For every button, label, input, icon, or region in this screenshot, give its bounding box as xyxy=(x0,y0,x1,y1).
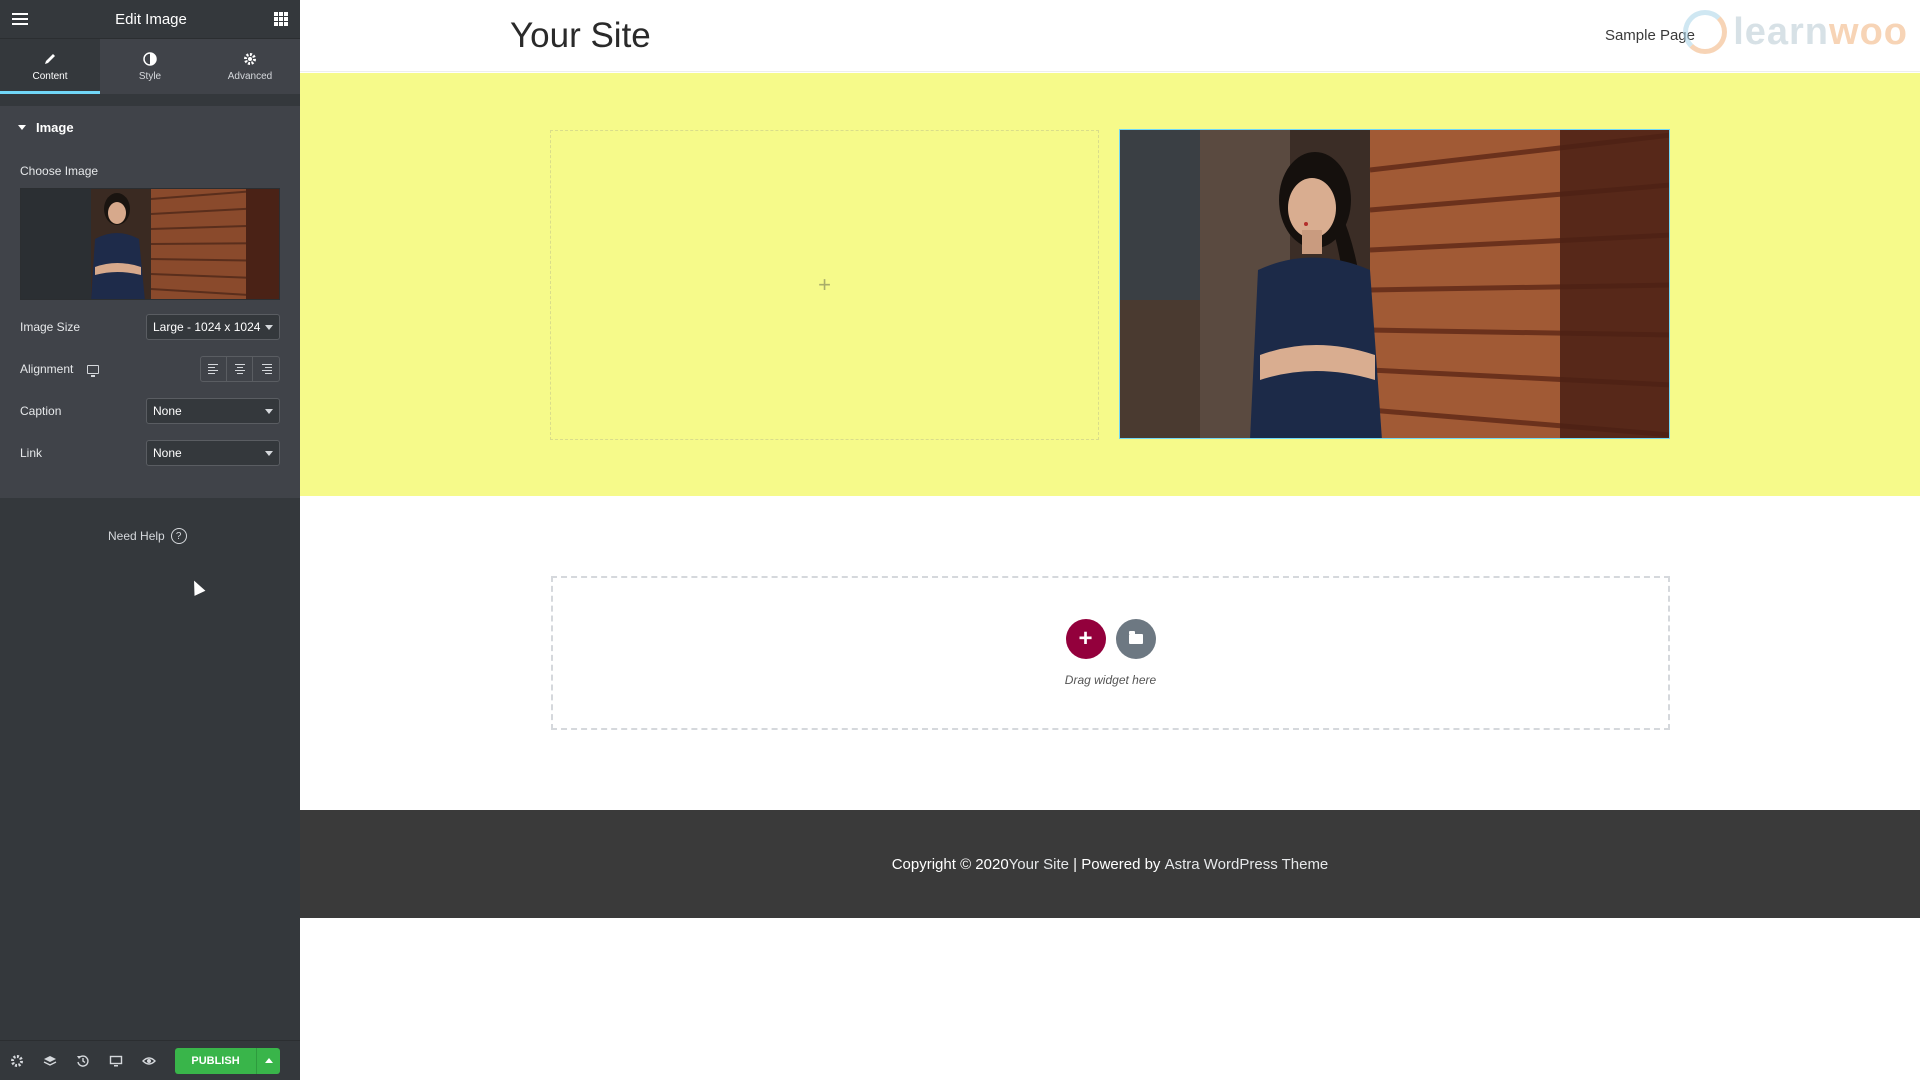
add-element-plus-icon[interactable]: + xyxy=(818,272,831,298)
footer-site-link[interactable]: Your Site xyxy=(1009,856,1069,873)
align-right-icon[interactable] xyxy=(253,357,279,381)
mouse-cursor-icon xyxy=(188,578,206,596)
menu-link-sample-page[interactable]: Sample Page xyxy=(1605,27,1695,44)
caption-row: Caption None xyxy=(20,390,280,432)
panel-title: Edit Image xyxy=(115,10,187,28)
panel-tabs: Content Style Advanced xyxy=(0,39,300,94)
gear-icon xyxy=(242,51,258,67)
site-header: Your Site Sample Page learnwoo xyxy=(300,0,1920,72)
logo-text-a: learn xyxy=(1733,10,1830,53)
question-icon: ? xyxy=(170,528,187,544)
tab-style[interactable]: Style xyxy=(100,39,200,94)
hamburger-menu-icon[interactable] xyxy=(12,13,28,25)
publish-group: PUBLISH xyxy=(175,1047,280,1074)
desktop-icon[interactable] xyxy=(86,365,99,378)
publish-button[interactable]: PUBLISH xyxy=(175,1047,256,1074)
caret-up-icon xyxy=(264,1058,273,1063)
panel-header: Edit Image xyxy=(0,0,300,39)
alignment-label: Alignment xyxy=(20,362,74,376)
caret-down-icon xyxy=(18,124,26,130)
drag-widget-hint: Drag widget here xyxy=(1064,673,1157,687)
link-select[interactable]: None xyxy=(146,440,280,466)
alignment-row: Alignment xyxy=(20,348,280,390)
site-footer: Copyright © 2020 Your Site | Powered by … xyxy=(300,810,1920,918)
publish-options-button[interactable] xyxy=(256,1047,280,1074)
tab-style-label: Style xyxy=(138,71,162,82)
link-value: None xyxy=(153,446,182,460)
history-icon[interactable] xyxy=(76,1054,90,1068)
caption-select[interactable]: None xyxy=(146,398,280,424)
align-left-icon[interactable] xyxy=(201,357,227,381)
footer-theme-link[interactable]: Astra WordPress Theme xyxy=(1165,856,1329,873)
logo-text-b: woo xyxy=(1829,10,1908,53)
need-help-label: Need Help xyxy=(108,529,165,543)
align-center-icon[interactable] xyxy=(227,357,253,381)
chevron-down-icon xyxy=(265,324,273,330)
footer-separator: | Powered by xyxy=(1068,855,1165,873)
empty-section-dropzone[interactable]: + Drag widget here xyxy=(551,576,1670,730)
site-preview: Your Site Sample Page learnwoo + + Drag … xyxy=(300,0,1920,1080)
caption-value: None xyxy=(153,404,182,418)
image-controls: Choose Image Image Size Large - 1024 x 1… xyxy=(0,148,300,498)
image-size-select[interactable]: Large - 1024 x 1024 xyxy=(146,314,280,340)
section-title: Image xyxy=(36,119,74,135)
tab-content-label: Content xyxy=(32,71,68,82)
chevron-down-icon xyxy=(265,450,273,456)
link-label: Link xyxy=(20,446,43,460)
dropzone-buttons: + xyxy=(1065,619,1156,659)
learnwoo-watermark-logo: learnwoo xyxy=(1683,10,1908,54)
chevron-down-icon xyxy=(265,408,273,414)
folder-icon xyxy=(1128,631,1143,644)
alignment-label-wrap: Alignment xyxy=(20,362,99,378)
pencil-icon xyxy=(42,51,58,67)
tab-advanced[interactable]: Advanced xyxy=(200,39,300,94)
image-thumbnail[interactable] xyxy=(20,188,280,300)
image-size-row: Image Size Large - 1024 x 1024 xyxy=(20,306,280,348)
image-size-label: Image Size xyxy=(20,320,81,334)
site-title[interactable]: Your Site xyxy=(510,16,651,56)
tab-content[interactable]: Content xyxy=(0,39,100,94)
widgets-grid-icon[interactable] xyxy=(274,12,288,26)
footer-copyright: Copyright © 2020 xyxy=(891,855,1009,873)
logo-wordmark: learnwoo xyxy=(1733,11,1908,54)
responsive-mode-icon[interactable] xyxy=(109,1054,123,1068)
caption-label: Caption xyxy=(20,404,62,418)
layers-icon[interactable] xyxy=(43,1054,57,1068)
logo-ring-icon xyxy=(1683,10,1728,54)
link-row: Link None xyxy=(20,432,280,474)
template-library-button[interactable] xyxy=(1115,619,1156,659)
image-section-header[interactable]: Image xyxy=(0,106,300,148)
image-widget[interactable] xyxy=(1119,129,1670,439)
choose-image-label: Choose Image xyxy=(20,164,99,178)
editor-panel: Edit Image Content Style Advanced Image xyxy=(0,0,300,1080)
half-circle-icon xyxy=(142,51,158,67)
add-section-button[interactable]: + xyxy=(1065,619,1106,659)
preview-eye-icon[interactable] xyxy=(142,1054,156,1068)
settings-gear-icon[interactable] xyxy=(10,1054,24,1068)
panel-footer: PUBLISH xyxy=(0,1040,300,1080)
tab-advanced-label: Advanced xyxy=(227,71,273,82)
image-size-value: Large - 1024 x 1024 xyxy=(153,320,261,334)
yellow-section[interactable]: + xyxy=(300,73,1920,496)
empty-column[interactable]: + xyxy=(550,130,1099,440)
alignment-choices xyxy=(200,356,280,382)
need-help-link[interactable]: Need Help ? xyxy=(108,528,187,544)
